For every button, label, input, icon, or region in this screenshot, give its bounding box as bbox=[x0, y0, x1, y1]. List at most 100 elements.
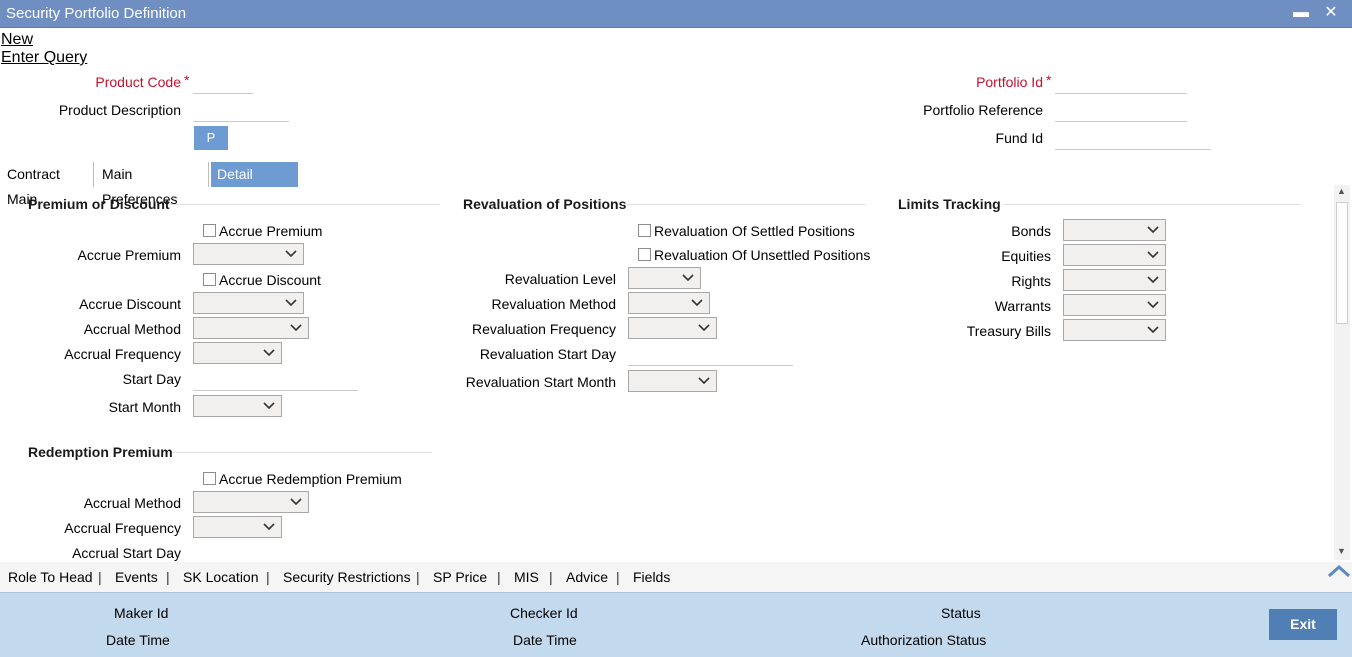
revaluation-start-month-label: Revaluation Start Month bbox=[465, 374, 616, 390]
chevron-down-icon bbox=[263, 349, 275, 357]
chevron-down-icon bbox=[691, 299, 703, 307]
authorization-status-label: Authorization Status bbox=[861, 632, 987, 648]
equities-label: Equities bbox=[1001, 248, 1051, 264]
chevron-up-icon[interactable] bbox=[1326, 562, 1352, 582]
checker-date-time-label: Date Time bbox=[513, 632, 577, 648]
bonds-select[interactable] bbox=[1063, 219, 1166, 241]
link-separator: | bbox=[616, 569, 620, 585]
mis-link[interactable]: MIS bbox=[514, 569, 539, 585]
chevron-down-icon bbox=[682, 274, 694, 282]
revaluation-start-month-select[interactable] bbox=[628, 370, 717, 392]
redemption-accrual-method-label: Accrual Method bbox=[83, 495, 181, 511]
checker-id-label: Checker Id bbox=[510, 605, 578, 621]
rights-select[interactable] bbox=[1063, 269, 1166, 291]
accrue-discount-checkbox-label: Accrue Discount bbox=[219, 272, 321, 288]
security-restrictions-link[interactable]: Security Restrictions bbox=[283, 569, 411, 585]
scrollbar-thumb[interactable] bbox=[1336, 202, 1348, 324]
portfolio-reference-label: Portfolio Reference bbox=[923, 102, 1043, 118]
accrue-premium-label: Accrue Premium bbox=[77, 247, 181, 263]
scroll-down-arrow-icon[interactable]: ▼ bbox=[1337, 546, 1346, 556]
minimize-icon[interactable]: ▬ bbox=[1290, 2, 1312, 24]
redemption-accrual-frequency-select[interactable] bbox=[193, 516, 282, 538]
accrue-discount-select[interactable] bbox=[193, 292, 304, 314]
link-separator: | bbox=[549, 569, 553, 585]
premium-discount-heading: Premium or Discount bbox=[28, 196, 170, 212]
accrue-premium-checkbox[interactable] bbox=[203, 224, 216, 237]
role-to-head-link[interactable]: Role To Head bbox=[8, 569, 93, 585]
product-description-input[interactable] bbox=[193, 121, 289, 122]
fund-id-input[interactable] bbox=[1055, 149, 1211, 150]
enter-query-link[interactable]: Enter Query bbox=[1, 49, 87, 67]
treasury-bills-label: Treasury Bills bbox=[966, 323, 1051, 339]
p-button[interactable]: P bbox=[194, 126, 228, 150]
warrants-select[interactable] bbox=[1063, 294, 1166, 316]
maker-id-label: Maker Id bbox=[114, 605, 169, 621]
portfolio-id-input[interactable] bbox=[1055, 93, 1187, 94]
events-link[interactable]: Events bbox=[115, 569, 158, 585]
chevron-down-icon bbox=[1147, 226, 1159, 234]
sk-location-link[interactable]: SK Location bbox=[183, 569, 259, 585]
section-divider bbox=[1003, 204, 1301, 205]
window-title: Security Portfolio Definition bbox=[6, 5, 187, 22]
revaluation-settled-checkbox[interactable] bbox=[638, 224, 651, 237]
chevron-down-icon bbox=[285, 299, 297, 307]
start-month-select[interactable] bbox=[193, 395, 282, 417]
treasury-bills-select[interactable] bbox=[1063, 319, 1166, 341]
link-separator: | bbox=[266, 569, 270, 585]
revaluation-level-label: Revaluation Level bbox=[504, 271, 616, 287]
accrual-frequency-select[interactable] bbox=[193, 342, 282, 364]
chevron-down-icon bbox=[290, 498, 302, 506]
chevron-down-icon bbox=[1147, 276, 1159, 284]
link-separator: | bbox=[416, 569, 420, 585]
chevron-down-icon bbox=[285, 250, 297, 258]
accrue-redemption-premium-label: Accrue Redemption Premium bbox=[219, 471, 402, 487]
link-separator: | bbox=[497, 569, 501, 585]
chevron-down-icon bbox=[698, 324, 710, 332]
section-divider bbox=[168, 204, 440, 205]
tab-contract-main[interactable]: Contract Main bbox=[1, 162, 66, 207]
revaluation-level-select[interactable] bbox=[628, 267, 701, 289]
section-divider bbox=[622, 204, 866, 205]
chevron-down-icon bbox=[1147, 251, 1159, 259]
redemption-premium-heading: Redemption Premium bbox=[28, 444, 173, 460]
close-icon[interactable]: ✕ bbox=[1320, 2, 1342, 24]
accrue-premium-select[interactable] bbox=[193, 243, 304, 265]
redemption-accrual-method-select[interactable] bbox=[193, 491, 309, 513]
sp-price-link[interactable]: SP Price bbox=[433, 569, 487, 585]
rights-label: Rights bbox=[1011, 273, 1051, 289]
revaluation-start-day-input[interactable] bbox=[628, 365, 793, 366]
accrual-method-select[interactable] bbox=[193, 317, 309, 339]
link-separator: | bbox=[98, 569, 102, 585]
advice-link[interactable]: Advice bbox=[566, 569, 608, 585]
tab-main-preferences[interactable]: Main Preferences bbox=[96, 162, 183, 207]
redemption-accrual-frequency-label: Accrual Frequency bbox=[64, 520, 181, 536]
start-month-label: Start Month bbox=[108, 399, 181, 415]
product-code-required-marker: * bbox=[184, 72, 190, 88]
accrual-frequency-label: Accrual Frequency bbox=[64, 346, 181, 362]
chevron-down-icon bbox=[698, 377, 710, 385]
new-link[interactable]: New bbox=[1, 31, 33, 49]
revaluation-settled-label: Revaluation Of Settled Positions bbox=[654, 223, 855, 239]
product-code-label: Product Code bbox=[95, 74, 181, 90]
bonds-label: Bonds bbox=[1011, 223, 1051, 239]
revaluation-unsettled-checkbox[interactable] bbox=[638, 248, 651, 261]
accrue-redemption-premium-checkbox[interactable] bbox=[203, 472, 216, 485]
portfolio-reference-input[interactable] bbox=[1055, 121, 1187, 122]
accrue-discount-checkbox[interactable] bbox=[203, 273, 216, 286]
tab-divider bbox=[93, 162, 94, 187]
revaluation-frequency-label: Revaluation Frequency bbox=[472, 321, 616, 337]
revaluation-method-label: Revaluation Method bbox=[491, 296, 616, 312]
product-description-label: Product Description bbox=[58, 102, 181, 118]
fields-link[interactable]: Fields bbox=[633, 569, 670, 585]
revaluation-method-select[interactable] bbox=[628, 292, 710, 314]
revaluation-frequency-select[interactable] bbox=[628, 317, 717, 339]
subscreen-links-bar: Role To Head | Events | SK Location | Se… bbox=[0, 562, 1352, 592]
exit-button[interactable]: Exit bbox=[1269, 609, 1337, 640]
tab-detail-preferences[interactable]: Detail Preferences bbox=[211, 162, 299, 207]
product-code-input[interactable] bbox=[193, 93, 253, 94]
scroll-up-arrow-icon[interactable]: ▲ bbox=[1337, 186, 1346, 196]
chevron-down-icon bbox=[263, 402, 275, 410]
equities-select[interactable] bbox=[1063, 244, 1166, 266]
start-day-input[interactable] bbox=[193, 390, 358, 391]
chevron-down-icon bbox=[263, 523, 275, 531]
